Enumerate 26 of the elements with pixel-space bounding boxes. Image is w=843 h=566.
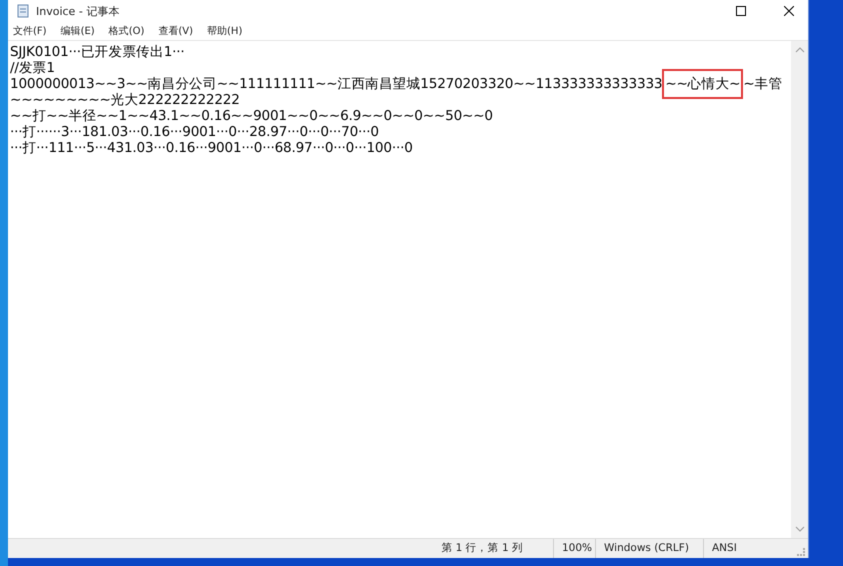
- menu-item[interactable]: 文件(F): [12, 24, 48, 38]
- menu-item[interactable]: 编辑(E): [60, 24, 96, 38]
- status-text: ANSI: [703, 539, 797, 558]
- text-line: ~~~~~~~~~光大222222222222: [10, 92, 240, 108]
- highlighted-text: ~~心情大~: [662, 69, 744, 99]
- status-text: 第 1 行，第 1 列: [440, 541, 524, 556]
- text-line: 1000000013~~3~~南昌分公司~~111111111~~江西南昌望城15270203320~~113333333333333: [10, 76, 662, 92]
- maximize-icon[interactable]: [736, 6, 746, 16]
- menu-item[interactable]: 查看(V): [157, 24, 194, 38]
- text-line: SJJK0101···已开发票传出1···: [10, 44, 185, 60]
- text-line: ~丰管: [743, 76, 782, 92]
- status-text: Windows (CRLF): [595, 539, 703, 558]
- close-icon[interactable]: [784, 6, 794, 16]
- notepad-icon: [16, 4, 30, 18]
- menu-item[interactable]: 格式(O): [108, 24, 146, 38]
- text-line: ···打···111···5···431.03···0.16···9001···0···68.97···0···0···100···0: [10, 140, 413, 156]
- scroll-up-icon[interactable]: [794, 47, 804, 53]
- resize-grip[interactable]: [797, 548, 805, 556]
- text-line: ~~打~~半径~~1~~43.1~~0.16~~9001~~0~~6.9~~0~~0~~50~~0: [10, 108, 493, 124]
- scrollbar[interactable]: [791, 41, 808, 538]
- window-title: Invoice - 记事本: [36, 4, 120, 18]
- status-text: 100%: [553, 539, 595, 558]
- text-line: //发票1: [10, 60, 55, 76]
- scroll-down-icon[interactable]: [794, 526, 804, 532]
- menu-item[interactable]: 帮助(H): [206, 24, 244, 38]
- text-line: ···打······3···181.03···0.16···9001···0···28.97···0···0···70···0: [10, 124, 379, 140]
